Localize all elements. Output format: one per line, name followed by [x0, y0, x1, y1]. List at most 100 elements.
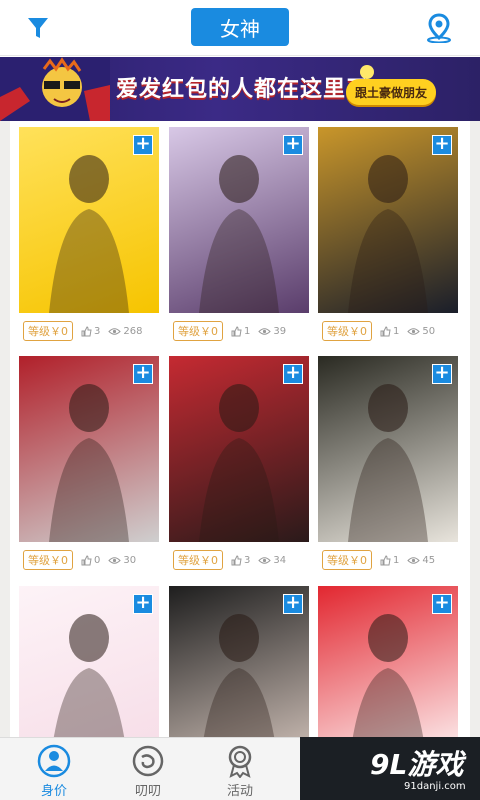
profile-grid: + 等级￥0 3 268 + 等级￥0 1 39 + 等级￥0 1 50 + 等级￥0 0 30 + 等级￥0 3 3… [10, 121, 470, 737]
profile-photo[interactable]: + [169, 586, 309, 737]
banner-mascot-illustration [0, 57, 110, 121]
thumbs-up-icon [380, 325, 391, 336]
level-badge[interactable]: 等级￥0 [322, 550, 372, 570]
card-info-row: 等级￥0 0 30 [19, 546, 159, 574]
card-info-row: 等级￥0 3 268 [19, 317, 159, 345]
eye-icon [407, 327, 421, 335]
eye-icon [108, 327, 122, 335]
level-badge[interactable]: 等级￥0 [173, 321, 223, 341]
location-pin-icon [427, 13, 451, 43]
chat-icon [132, 745, 164, 777]
profile-card[interactable]: + 等级￥0 3 268 [19, 127, 159, 349]
like-count-value: 0 [94, 554, 101, 566]
thumbs-up-icon [380, 554, 391, 565]
tab-label: 叨叨 [134, 784, 161, 799]
filter-icon [28, 18, 48, 38]
profile-photo[interactable]: + [169, 356, 309, 542]
location-button[interactable] [421, 10, 457, 46]
add-friend-button[interactable]: + [432, 135, 452, 155]
view-count-value: 30 [123, 554, 137, 566]
thumbs-up-icon [81, 554, 92, 565]
card-info-row: 等级￥0 1 50 [318, 317, 458, 345]
top-bar: 女神 [0, 0, 480, 56]
profile-card[interactable]: + 等级￥0 1 50 [318, 127, 458, 349]
add-friend-button[interactable]: + [283, 364, 303, 384]
profile-photo[interactable]: + [19, 356, 159, 542]
like-count-value: 3 [94, 325, 101, 337]
card-info-row: 等级￥0 1 39 [169, 317, 309, 345]
like-count: 1 [380, 326, 399, 337]
like-count-value: 1 [393, 325, 400, 337]
like-count-value: 3 [244, 554, 251, 566]
view-count-value: 268 [123, 325, 143, 337]
add-friend-button[interactable]: + [283, 594, 303, 614]
site-watermark: 9L游戏 91danji.com [300, 737, 480, 800]
profile-photo[interactable]: + [19, 586, 159, 737]
like-count: 3 [81, 326, 100, 337]
banner-headline: 爱发红包的人都在这里了 [116, 77, 370, 102]
profile-photo[interactable]: + [318, 356, 458, 542]
add-friend-button[interactable]: + [283, 135, 303, 155]
card-info-row: 等级￥0 1 45 [318, 546, 458, 574]
level-badge[interactable]: 等级￥0 [173, 550, 223, 570]
tab-label: 活动 [226, 784, 253, 799]
like-count: 1 [380, 555, 399, 566]
add-friend-button[interactable]: + [432, 364, 452, 384]
page-title: 女神 [191, 8, 289, 46]
like-count-value: 1 [393, 554, 400, 566]
banner-sparkle [360, 65, 374, 79]
tab-shenjia[interactable]: 身价 [4, 738, 104, 800]
profile-card[interactable]: + [318, 586, 458, 737]
view-count-value: 39 [273, 325, 287, 337]
profile-card[interactable]: + 等级￥0 0 30 [19, 356, 159, 578]
add-friend-button[interactable]: + [133, 135, 153, 155]
banner-cta-button[interactable]: 跟土豪做朋友 [346, 79, 436, 105]
view-count: 34 [258, 555, 286, 566]
like-count: 3 [231, 555, 250, 566]
thumbs-up-icon [231, 325, 242, 336]
profile-card[interactable]: + [19, 586, 159, 737]
like-count-value: 1 [244, 325, 251, 337]
level-badge[interactable]: 等级￥0 [23, 321, 73, 341]
thumbs-up-icon [81, 325, 92, 336]
view-count: 45 [407, 555, 435, 566]
tab-label: 身价 [40, 784, 67, 799]
add-friend-button[interactable]: + [432, 594, 452, 614]
tab-daodao[interactable]: 叨叨 [98, 738, 198, 800]
promo-banner[interactable]: 爱发红包的人都在这里了 跟土豪做朋友 [0, 57, 480, 121]
view-count: 30 [108, 555, 136, 566]
level-badge[interactable]: 等级￥0 [322, 321, 372, 341]
eye-icon [407, 556, 421, 564]
profile-card[interactable]: + 等级￥0 1 39 [169, 127, 309, 349]
level-badge[interactable]: 等级￥0 [23, 550, 73, 570]
profile-grid-area: + 等级￥0 3 268 + 等级￥0 1 39 + 等级￥0 1 50 + 等级￥0 0 30 + 等级￥0 3 3… [0, 121, 480, 737]
person-icon [37, 744, 71, 778]
add-friend-button[interactable]: + [133, 594, 153, 614]
profile-card[interactable]: + [169, 586, 309, 737]
eye-icon [108, 556, 122, 564]
like-count: 0 [81, 555, 100, 566]
view-count-value: 50 [422, 325, 436, 337]
profile-card[interactable]: + 等级￥0 1 45 [318, 356, 458, 578]
view-count: 268 [108, 326, 142, 337]
like-count: 1 [231, 326, 250, 337]
eye-icon [258, 327, 272, 335]
profile-photo[interactable]: + [318, 586, 458, 737]
view-count: 39 [258, 326, 286, 337]
card-info-row: 等级￥0 3 34 [169, 546, 309, 574]
tab-huodong[interactable]: 活动 [190, 738, 290, 800]
watermark-logo: 9L游戏 [370, 748, 464, 781]
filter-button[interactable] [22, 12, 54, 44]
medal-icon [228, 745, 252, 778]
watermark-url: 91danji.com [404, 781, 466, 792]
profile-card[interactable]: + 等级￥0 3 34 [169, 356, 309, 578]
view-count-value: 45 [422, 554, 436, 566]
add-friend-button[interactable]: + [133, 364, 153, 384]
profile-photo[interactable]: + [19, 127, 159, 313]
profile-photo[interactable]: + [318, 127, 458, 313]
profile-photo[interactable]: + [169, 127, 309, 313]
view-count-value: 34 [273, 554, 287, 566]
eye-icon [258, 556, 272, 564]
view-count: 50 [407, 326, 435, 337]
thumbs-up-icon [231, 554, 242, 565]
